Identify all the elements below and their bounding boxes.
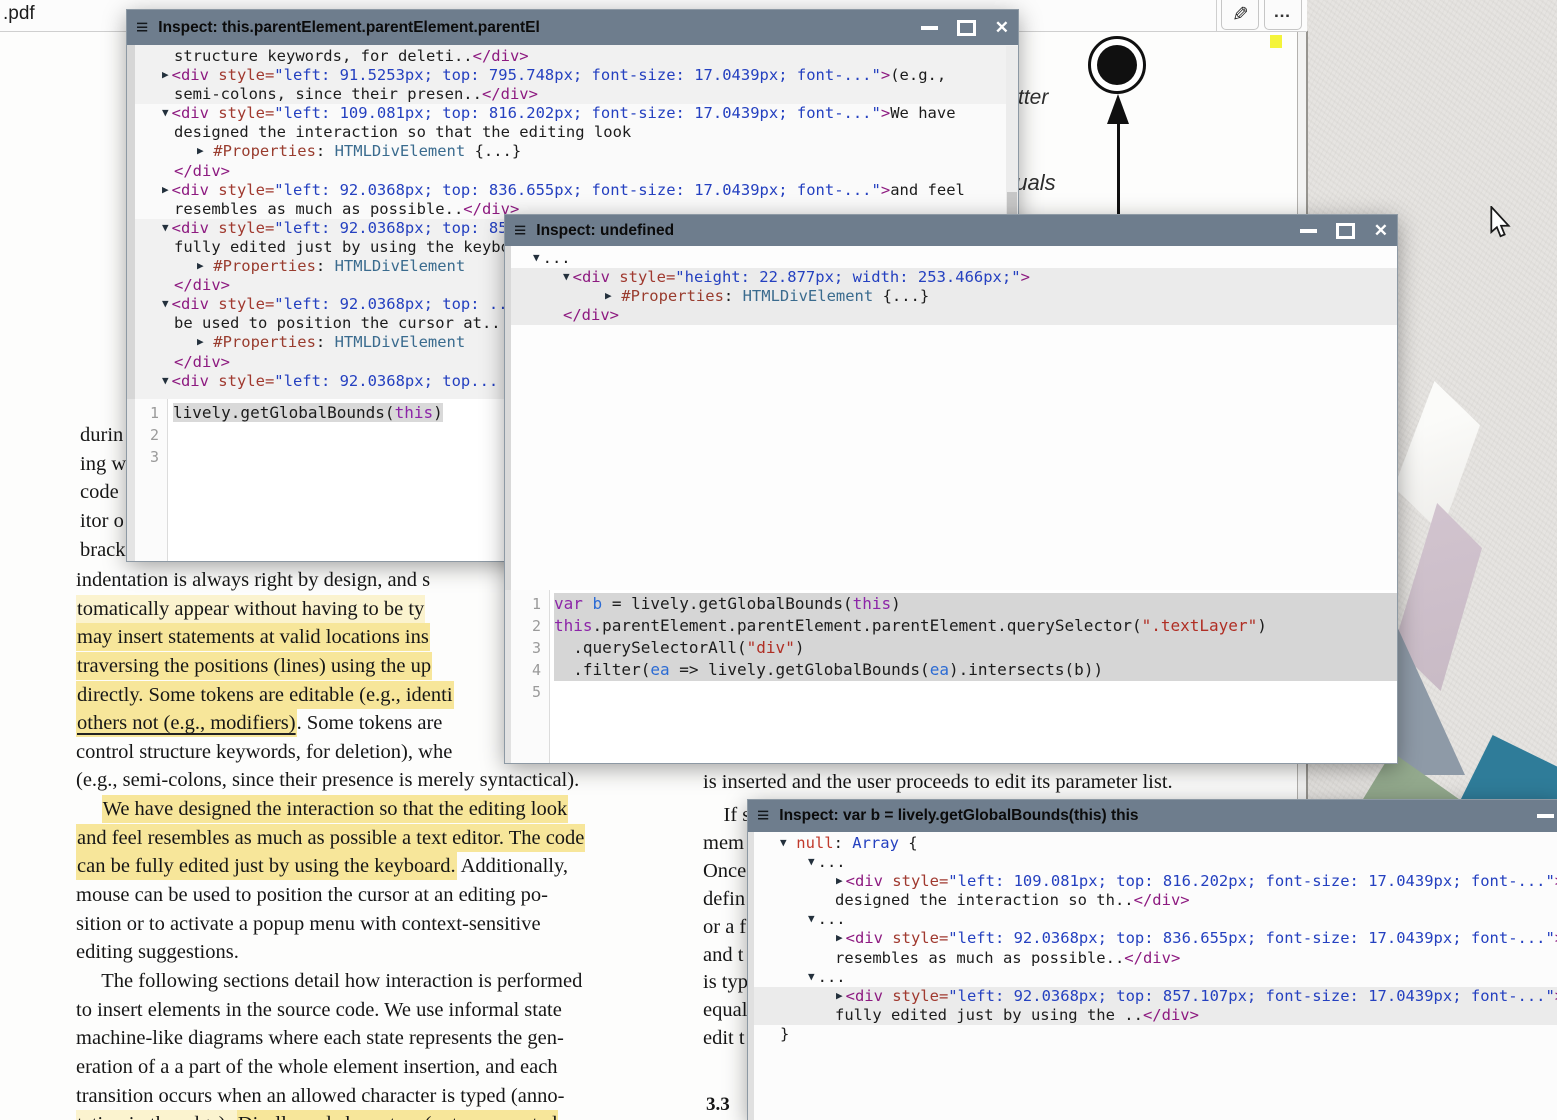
menu-icon[interactable]: ≡ <box>757 801 769 831</box>
doc-left-fragments: durining wcodeitor obrack <box>80 421 126 564</box>
window-titlebar[interactable]: ≡ Inspect: var b = lively.getGlobalBound… <box>748 800 1557 832</box>
close-icon[interactable]: ✕ <box>995 19 1009 36</box>
window-titlebar[interactable]: ≡ Inspect: undefined ✕ <box>505 215 1397 246</box>
annotate-button[interactable]: ✎ <box>1221 0 1259 30</box>
minimize-icon[interactable] <box>921 26 938 30</box>
line-number-gutter: 12345 <box>511 590 550 763</box>
more-options-button[interactable]: ▪▪▪ <box>1264 0 1302 30</box>
inspector-window-undefined[interactable]: ≡ Inspect: undefined ✕ ▼...▼<div style="… <box>505 215 1397 763</box>
pencil-icon: ✎ <box>1232 5 1249 25</box>
maximize-icon[interactable] <box>957 20 976 36</box>
pdf-file-label: .pdf <box>3 3 35 25</box>
line-number-gutter: 123 <box>135 399 168 561</box>
window-title: Inspect: this.parentElement.parentElemen… <box>158 19 540 37</box>
toolbar-divider <box>1216 0 1217 31</box>
code-area[interactable]: var b = lively.getGlobalBounds(this)this… <box>551 590 1397 763</box>
desktop: tter quals durining wcodeitor obrack ind… <box>0 0 1557 1120</box>
dom-tree[interactable]: ▼...▼<div style="height: 22.877px; width… <box>505 246 1397 590</box>
maximize-icon[interactable] <box>1336 223 1355 239</box>
figure-label-letter: tter <box>1018 86 1048 110</box>
menu-icon[interactable]: ≡ <box>514 216 526 246</box>
mouse-cursor <box>1488 206 1512 244</box>
code-editor[interactable]: 12345 var b = lively.getGlobalBounds(thi… <box>505 590 1397 763</box>
annotation-handle[interactable] <box>1270 35 1282 48</box>
doc-right-fragments: If smemOncedefinor a fand tis typequaled… <box>703 802 750 1053</box>
close-icon[interactable]: ✕ <box>1374 222 1388 239</box>
ellipsis-icon: ▪▪▪ <box>1275 9 1292 25</box>
inspector-window-bounds-result[interactable]: ≡ Inspect: var b = lively.getGlobalBound… <box>748 800 1557 1120</box>
window-title: Inspect: undefined <box>536 222 674 240</box>
window-titlebar[interactable]: ≡ Inspect: this.parentElement.parentElem… <box>127 10 1018 45</box>
doc-right-column-line: is inserted and the user proceeds to edi… <box>703 768 1173 797</box>
minimize-icon[interactable] <box>1537 814 1554 818</box>
doc-section-number: 3.3 <box>706 1094 730 1116</box>
menu-icon[interactable]: ≡ <box>136 13 148 43</box>
object-tree[interactable]: ▼ null: Array {▼...▶<div style="left: 10… <box>748 832 1557 1120</box>
state-diagram-end-dot <box>1097 45 1137 85</box>
minimize-icon[interactable] <box>1300 229 1317 233</box>
window-title: Inspect: var b = lively.getGlobalBounds(… <box>779 807 1138 825</box>
